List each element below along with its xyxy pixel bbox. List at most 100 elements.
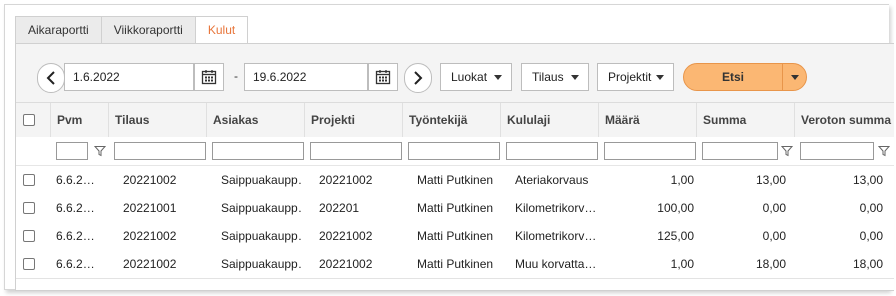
row-checkbox[interactable] xyxy=(23,174,35,186)
start-date-calendar-button[interactable] xyxy=(194,63,224,91)
filter-icon[interactable] xyxy=(878,145,890,157)
column-header-maara[interactable]: Määrä xyxy=(598,103,696,137)
column-header-tilaus[interactable]: Tilaus xyxy=(108,103,206,137)
tab-bar: Aikaraportti Viikkoraportti Kulut xyxy=(15,16,249,44)
next-period-button[interactable] xyxy=(404,63,432,93)
cell-summa: 18,00 xyxy=(755,257,786,271)
cell-projekti: 20221002 xyxy=(319,229,373,243)
kululaji-filter-input[interactable] xyxy=(506,142,598,160)
search-button[interactable]: Etsi xyxy=(684,64,782,90)
cell-maara: 1,00 xyxy=(670,173,694,187)
cell-tyontekija: Matti Putkinen xyxy=(417,201,494,215)
filter-row xyxy=(16,137,894,166)
cell-pvm: 6.6.2… xyxy=(56,257,95,271)
cell-maara: 125,00 xyxy=(657,229,694,243)
tilaus-dropdown-label: Tilaus xyxy=(532,70,564,84)
cell-asiakas: Saippuakaupp… xyxy=(221,173,303,187)
filter-toolbar: 1.6.2022 - 19.6.2022 Luokat Tilaus Proje… xyxy=(16,44,894,102)
cell-maara: 1,00 xyxy=(670,257,694,271)
cell-pvm: 6.6.2… xyxy=(56,229,95,243)
column-header-asiakas[interactable]: Asiakas xyxy=(206,103,304,137)
table-header: Pvm Tilaus Asiakas Projekti Työntekijä K… xyxy=(16,102,894,138)
cell-asiakas: Saippuakaupp… xyxy=(221,229,303,243)
tab-kulut[interactable]: Kulut xyxy=(194,16,249,44)
pvm-filter-input[interactable] xyxy=(56,142,88,160)
table-row[interactable]: 6.6.2… 20221001 Saippuakaupp… 202201 Mat… xyxy=(16,194,894,223)
report-panel: 1.6.2022 - 19.6.2022 Luokat Tilaus Proje… xyxy=(15,43,894,291)
cell-kululaji: Kilometrikorv… xyxy=(515,229,597,243)
cell-kululaji: Ateriakorvaus xyxy=(515,173,589,187)
cell-tyontekija: Matti Putkinen xyxy=(417,257,494,271)
split-divider xyxy=(782,64,783,90)
cell-pvm: 6.6.2… xyxy=(56,201,95,215)
cell-projekti: 202201 xyxy=(319,201,360,215)
search-options-caret-icon[interactable] xyxy=(791,75,799,80)
tab-aikaraportti[interactable]: Aikaraportti xyxy=(15,16,102,43)
cell-veroton-summa: 13,00 xyxy=(852,173,883,187)
expense-table: Pvm Tilaus Asiakas Projekti Työntekijä K… xyxy=(16,102,894,290)
filter-icon[interactable] xyxy=(94,145,106,157)
projektit-dropdown[interactable]: Projektit xyxy=(597,63,674,91)
column-header-summa[interactable]: Summa xyxy=(696,103,794,137)
luokat-dropdown[interactable]: Luokat xyxy=(440,63,512,91)
column-header-veroton-summa[interactable]: Veroton summa xyxy=(794,103,894,137)
cell-asiakas: Saippuakaupp… xyxy=(221,201,303,215)
row-checkbox[interactable] xyxy=(23,230,35,242)
caret-down-icon xyxy=(571,75,579,80)
veroton-summa-filter-input[interactable] xyxy=(800,142,874,160)
projekti-filter-input[interactable] xyxy=(310,142,402,160)
column-header-projekti[interactable]: Projekti xyxy=(304,103,402,137)
tilaus-filter-input[interactable] xyxy=(114,142,206,160)
tab-viikkoraportti[interactable]: Viikkoraportti xyxy=(100,16,196,43)
caret-down-icon xyxy=(494,75,502,80)
cell-tyontekija: Matti Putkinen xyxy=(417,173,494,187)
window-frame: Aikaraportti Viikkoraportti Kulut 1.6.20… xyxy=(4,4,894,291)
cell-pvm: 6.6.2… xyxy=(56,173,95,187)
cell-tilaus: 20221002 xyxy=(123,257,177,271)
cell-veroton-summa: 0,00 xyxy=(859,201,883,215)
column-header-kululaji[interactable]: Kululaji xyxy=(500,103,598,137)
cell-summa: 0,00 xyxy=(762,229,786,243)
luokat-dropdown-label: Luokat xyxy=(451,70,488,84)
start-date-input[interactable]: 1.6.2022 xyxy=(64,63,194,91)
tilaus-dropdown[interactable]: Tilaus xyxy=(521,63,589,91)
previous-period-button[interactable] xyxy=(37,63,65,93)
cell-veroton-summa: 18,00 xyxy=(852,257,883,271)
cell-kululaji: Muu korvatta… xyxy=(515,257,597,271)
cell-tilaus: 20221002 xyxy=(123,229,177,243)
cell-veroton-summa: 0,00 xyxy=(859,229,883,243)
column-header-tyontekija[interactable]: Työntekijä xyxy=(402,103,500,137)
cell-tyontekija: Matti Putkinen xyxy=(417,229,494,243)
table-row[interactable]: 6.6.2… 20221002 Saippuakaupp… 20221002 M… xyxy=(16,166,894,195)
table-row[interactable]: 6.6.2… 20221002 Saippuakaupp… 20221002 M… xyxy=(16,250,894,279)
asiakas-filter-input[interactable] xyxy=(212,142,304,160)
caret-down-icon xyxy=(656,75,664,80)
column-header-pvm[interactable]: Pvm xyxy=(50,103,108,137)
projektit-dropdown-label: Projektit xyxy=(608,70,652,84)
row-checkbox[interactable] xyxy=(23,202,35,214)
maara-filter-input[interactable] xyxy=(604,142,696,160)
cell-maara: 100,00 xyxy=(657,201,694,215)
calendar-icon xyxy=(375,70,391,85)
cell-asiakas: Saippuakaupp… xyxy=(221,257,303,271)
cell-projekti: 20221002 xyxy=(319,257,373,271)
cell-summa: 0,00 xyxy=(762,201,786,215)
cell-summa: 13,00 xyxy=(755,173,786,187)
cell-tilaus: 20221002 xyxy=(123,173,177,187)
table-row[interactable]: 6.6.2… 20221002 Saippuakaupp… 20221002 M… xyxy=(16,222,894,251)
filter-icon[interactable] xyxy=(781,145,793,157)
cell-kululaji: Kilometrikorv… xyxy=(515,201,597,215)
chevron-right-icon xyxy=(414,71,423,85)
end-date-input[interactable]: 19.6.2022 xyxy=(244,63,368,91)
tyontekija-filter-input[interactable] xyxy=(408,142,500,160)
summa-filter-input[interactable] xyxy=(702,142,778,160)
date-range-separator: - xyxy=(234,69,238,83)
search-split-button: Etsi xyxy=(683,63,807,91)
cell-tilaus: 20221001 xyxy=(123,201,177,215)
calendar-icon xyxy=(201,70,217,85)
select-all-checkbox[interactable] xyxy=(23,114,35,126)
row-checkbox[interactable] xyxy=(23,258,35,270)
end-date-calendar-button[interactable] xyxy=(368,63,398,91)
chevron-left-icon xyxy=(46,71,55,85)
cell-projekti: 20221002 xyxy=(319,173,373,187)
